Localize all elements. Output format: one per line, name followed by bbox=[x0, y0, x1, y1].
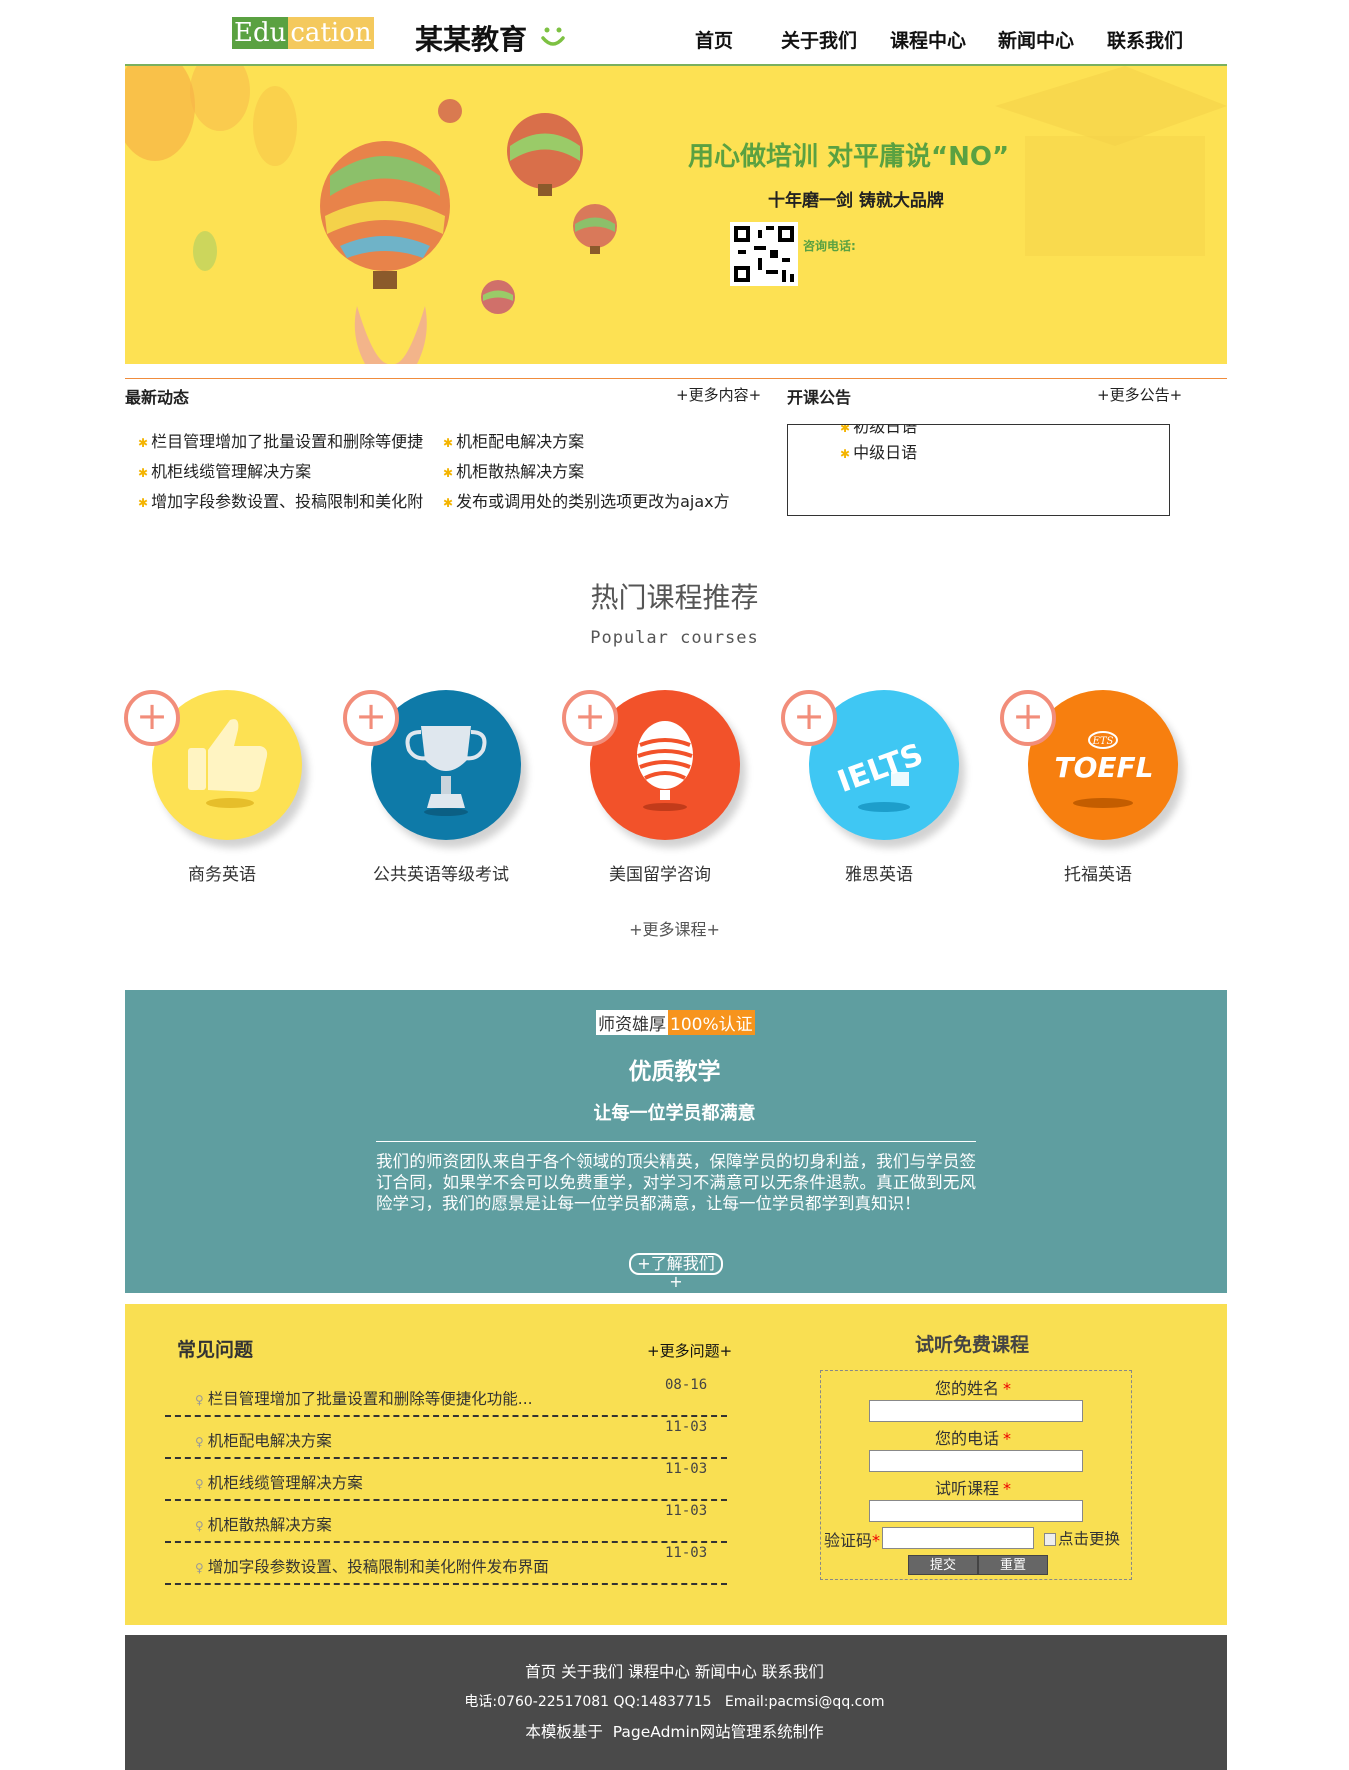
name-label: 您的姓名 * bbox=[935, 1379, 1012, 1398]
faq-date: 11-03 bbox=[665, 1419, 708, 1435]
learn-more-button[interactable]: +了解我们+ bbox=[629, 1253, 723, 1291]
star-icon: ✱ bbox=[840, 447, 851, 461]
consult-phone-label: 咨询电话: bbox=[803, 239, 856, 253]
smile-icon bbox=[541, 27, 565, 46]
banner-illustration bbox=[125, 66, 1227, 364]
trial-title: 试听免费课程 bbox=[915, 1334, 1030, 1356]
course-name[interactable]: 雅思英语 bbox=[779, 860, 979, 885]
course-label: 试听课程 * bbox=[935, 1479, 1012, 1498]
courses-subtitle: Popular courses bbox=[590, 628, 759, 648]
star-icon: ✱ bbox=[443, 496, 454, 510]
ielts-icon-text: IELTS bbox=[833, 737, 928, 800]
bulb-icon: ♀ bbox=[195, 1519, 204, 1533]
news-more-link[interactable]: +更多内容+ bbox=[676, 384, 761, 405]
brand-name: 某某教育 bbox=[415, 23, 528, 56]
course-add-button[interactable]: + bbox=[124, 690, 180, 746]
courses-title: 热门课程推荐 bbox=[590, 581, 759, 614]
star-icon: ✱ bbox=[138, 436, 149, 450]
star-icon: ✱ bbox=[138, 496, 149, 510]
course-add-button[interactable]: + bbox=[781, 690, 837, 746]
course-name[interactable]: 托福英语 bbox=[998, 860, 1198, 885]
notice-more-link[interactable]: +更多公告+ bbox=[1097, 384, 1182, 405]
ets-icon-text: ETS bbox=[1092, 736, 1114, 747]
required-mark: * bbox=[1003, 1429, 1012, 1448]
news-item[interactable]: ✱ 发布或调用处的类别选项更改为ajax方 bbox=[443, 488, 730, 512]
bulb-icon: ♀ bbox=[195, 1477, 204, 1491]
faq-date: 11-03 bbox=[665, 1503, 708, 1519]
qr-code bbox=[730, 222, 798, 286]
footer-credit: 本模板基于 PageAdmin网站管理系统制作 bbox=[525, 1723, 824, 1741]
site-logo[interactable]: Edu cation bbox=[232, 17, 374, 49]
notice-scroller: ✱ 初级日语 ✱ 中级日语 bbox=[787, 424, 1170, 516]
banner-title: 用心做培训 对平庸说“NO” bbox=[688, 142, 1010, 172]
star-icon: ✱ bbox=[443, 466, 454, 480]
course-add-button[interactable]: + bbox=[343, 690, 399, 746]
teaching-description: 我们的师资团队来自于各个领域的顶尖精英，保障学员的切身利益，我们与学员签订合同，… bbox=[376, 1152, 976, 1213]
course-name[interactable]: 公共英语等级考试 bbox=[341, 860, 541, 885]
course-name[interactable]: 美国留学咨询 bbox=[560, 860, 760, 885]
nav-home[interactable]: 首页 bbox=[695, 26, 733, 53]
faq-date: 08-16 bbox=[665, 1377, 708, 1393]
faq-title: 常见问题 bbox=[177, 1339, 254, 1361]
captcha-image[interactable]: 点击更换 bbox=[1044, 1527, 1120, 1549]
faq-more-link[interactable]: +更多问题+ bbox=[647, 1340, 732, 1361]
nav-contact[interactable]: 联系我们 bbox=[1107, 26, 1183, 53]
news-item[interactable]: ✱ 机柜散热解决方案 bbox=[443, 458, 584, 482]
logo-part1: Edu bbox=[232, 17, 289, 49]
notice-title: 开课公告 bbox=[787, 388, 852, 407]
nav-news[interactable]: 新闻中心 bbox=[998, 26, 1074, 53]
badge-part-b: 100%认证 bbox=[668, 1010, 755, 1035]
teaching-divider bbox=[376, 1141, 976, 1142]
star-icon: ✱ bbox=[138, 466, 149, 480]
news-item[interactable]: ✱ 增加字段参数设置、投稿限制和美化附 bbox=[138, 488, 423, 512]
nav-courses[interactable]: 课程中心 bbox=[890, 26, 966, 53]
badge-part-a: 师资雄厚 bbox=[596, 1010, 668, 1035]
footer-contact: 电话:0760-22517081 QQ:14837715 Email:pacms… bbox=[464, 1694, 885, 1710]
required-mark: * bbox=[1003, 1479, 1012, 1498]
teaching-subtitle: 让每一位学员都满意 bbox=[593, 1103, 756, 1124]
faq-row[interactable]: ♀ 机柜线缆管理解决方案 11-03 bbox=[165, 1459, 727, 1501]
news-item[interactable]: ✱ 机柜配电解决方案 bbox=[443, 428, 584, 452]
faq-row[interactable]: ♀ 栏目管理增加了批量设置和删除等便捷化功能... 08-16 bbox=[165, 1375, 727, 1417]
banner-subtitle: 十年磨一剑 铸就大品牌 bbox=[768, 191, 944, 211]
faq-date: 11-03 bbox=[665, 1545, 708, 1561]
broken-image-icon bbox=[1044, 1533, 1056, 1546]
teaching-title: 优质教学 bbox=[628, 1058, 721, 1085]
reset-button[interactable]: 重置 bbox=[978, 1555, 1048, 1575]
nav-about[interactable]: 关于我们 bbox=[781, 26, 857, 53]
submit-button[interactable]: 提交 bbox=[908, 1555, 978, 1575]
required-mark: * bbox=[872, 1531, 881, 1550]
star-icon: ✱ bbox=[840, 424, 851, 435]
faq-date: 11-03 bbox=[665, 1461, 708, 1477]
course-add-button[interactable]: + bbox=[562, 690, 618, 746]
phone-label: 您的电话 * bbox=[935, 1429, 1012, 1448]
hero-banner[interactable] bbox=[125, 66, 1227, 364]
toefl-icon-text: TOEFL bbox=[1055, 751, 1154, 784]
section-divider bbox=[125, 378, 1227, 379]
bulb-icon: ♀ bbox=[195, 1435, 204, 1449]
captcha-input[interactable] bbox=[882, 1527, 1034, 1549]
captcha-label: 验证码* bbox=[824, 1531, 881, 1550]
bulb-icon: ♀ bbox=[195, 1561, 204, 1575]
star-icon: ✱ bbox=[443, 436, 454, 450]
footer-links[interactable]: 首页 关于我们 课程中心 新闻中心 联系我们 bbox=[0, 1660, 1349, 1682]
bulb-icon: ♀ bbox=[195, 1393, 204, 1407]
notice-item[interactable]: ✱ 初级日语 bbox=[840, 424, 917, 437]
required-mark: * bbox=[1003, 1379, 1012, 1398]
news-item[interactable]: ✱ 机柜线缆管理解决方案 bbox=[138, 458, 311, 482]
course-name[interactable]: 商务英语 bbox=[122, 860, 322, 885]
logo-part2: cation bbox=[288, 17, 374, 49]
faq-row[interactable]: ♀ 增加字段参数设置、投稿限制和美化附件发布界面 11-03 bbox=[165, 1543, 727, 1585]
course-add-button[interactable]: + bbox=[1000, 690, 1056, 746]
news-item[interactable]: ✱ 栏目管理增加了批量设置和删除等便捷 bbox=[138, 428, 423, 452]
course-input[interactable] bbox=[869, 1500, 1083, 1522]
news-title: 最新动态 bbox=[125, 388, 190, 407]
faq-row[interactable]: ♀ 机柜散热解决方案 11-03 bbox=[165, 1501, 727, 1543]
phone-input[interactable] bbox=[869, 1450, 1083, 1472]
teacher-badge: 师资雄厚 100%认证 bbox=[596, 1010, 755, 1035]
faq-row[interactable]: ♀ 机柜配电解决方案 11-03 bbox=[165, 1417, 727, 1459]
notice-item[interactable]: ✱ 中级日语 bbox=[840, 439, 917, 463]
more-courses-link[interactable]: +更多课程+ bbox=[0, 916, 1349, 940]
name-input[interactable] bbox=[869, 1400, 1083, 1422]
